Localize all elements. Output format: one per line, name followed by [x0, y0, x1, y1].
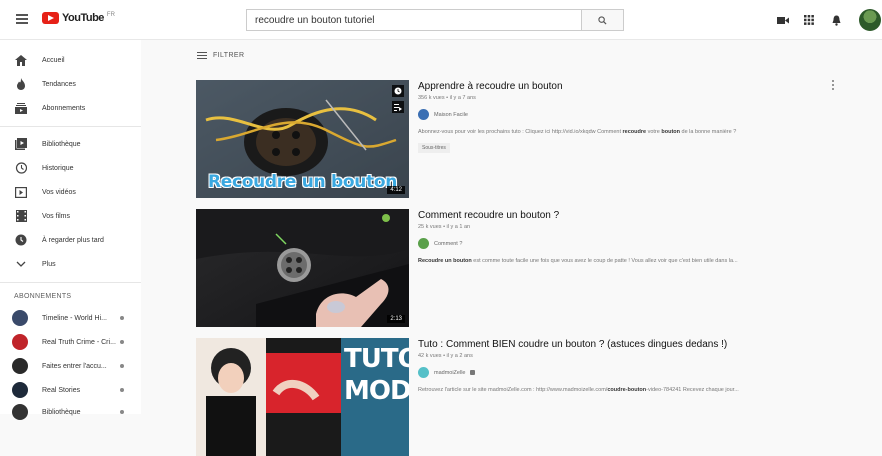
video-thumbnail[interactable]: Recoudre un bouton 4:12	[196, 80, 409, 198]
sidebar-item-history[interactable]: Historique	[0, 156, 141, 180]
sidebar-item-subscriptions[interactable]: Abonnements	[0, 96, 141, 120]
subscriptions-icon	[14, 101, 28, 115]
filter-icon	[197, 52, 207, 59]
masthead: YouTube FR	[0, 0, 882, 40]
video-title[interactable]: Comment recoudre un bouton ?	[418, 209, 838, 222]
video-thumbnail[interactable]: 2:13	[196, 209, 409, 327]
subtitles-badge: Sous-titres	[418, 143, 450, 153]
channel-avatar	[12, 382, 28, 398]
video-info: Apprendre à recoudre un bouton 356 k vue…	[418, 80, 838, 154]
new-content-dot-icon	[120, 340, 124, 344]
play-logo-icon	[42, 12, 59, 24]
library-icon	[14, 137, 28, 151]
video-meta: 25 k vues • il y a 1 an	[418, 224, 471, 230]
search-box[interactable]	[246, 9, 582, 31]
thumbnail-caption-line2: MODE	[344, 376, 409, 406]
video-info: Tuto : Comment BIEN coudre un bouton ? (…	[418, 338, 838, 394]
sidebar-item-library[interactable]: Bibliothèque	[0, 132, 141, 156]
sidebar-subscription[interactable]: Real Truth Crime - Cri...	[0, 330, 141, 354]
video-duration: 2:13	[387, 315, 405, 323]
new-content-dot-icon	[120, 410, 124, 414]
youtube-logo[interactable]: YouTube FR	[42, 12, 115, 24]
thumbnail-caption: Recoudre un bouton	[207, 172, 398, 192]
sidebar-subscription[interactable]: Bibliothèque	[0, 400, 141, 424]
channel-avatar	[12, 334, 28, 350]
more-actions-icon[interactable]	[831, 80, 835, 90]
channel-avatar	[12, 404, 28, 420]
video-result[interactable]: 2:13 Comment recoudre un bouton ? 25 k v…	[196, 209, 836, 327]
video-info: Comment recoudre un bouton ? 25 k vues •…	[418, 209, 838, 265]
channel-link[interactable]: Maison Facile	[418, 109, 838, 120]
create-video-icon[interactable]	[775, 12, 791, 28]
notifications-bell-icon[interactable]	[828, 12, 844, 28]
video-title[interactable]: Tuto : Comment BIEN coudre un bouton ? (…	[418, 338, 838, 351]
channel-avatar	[418, 367, 429, 378]
subscriptions-heading: ABONNEMENTS	[14, 293, 72, 300]
channel-avatar	[12, 310, 28, 326]
new-content-dot-icon	[120, 388, 124, 392]
video-thumbnail[interactable]: TUTO MODE	[196, 338, 409, 456]
watch-later-icon	[14, 233, 28, 247]
sidebar-subscription[interactable]: Faites entrer l'accu...	[0, 354, 141, 378]
home-icon	[14, 53, 28, 67]
sidebar-item-more[interactable]: Plus	[0, 252, 141, 276]
new-content-dot-icon	[120, 364, 124, 368]
thumbnail-caption-line1: TUTO	[344, 344, 409, 374]
sidebar-item-your-videos[interactable]: Vos vidéos	[0, 180, 141, 204]
video-title[interactable]: Apprendre à recoudre un bouton	[418, 80, 838, 93]
filter-button[interactable]: FILTRER	[197, 52, 244, 59]
add-to-queue-icon[interactable]	[392, 101, 404, 113]
channel-link[interactable]: Comment ?	[418, 238, 838, 249]
video-result[interactable]: Recoudre un bouton 4:12 Apprendre à reco…	[196, 80, 836, 198]
channel-name: madmoiZelle	[434, 369, 466, 376]
search-icon	[598, 15, 607, 25]
channel-link[interactable]: madmoiZelle	[418, 367, 838, 378]
sidebar-item-trending[interactable]: Tendances	[0, 72, 141, 96]
sidebar-subscription[interactable]: Timeline - World Hi...	[0, 306, 141, 330]
sidebar-divider	[0, 126, 141, 127]
new-content-dot-icon	[120, 316, 124, 320]
sidebar: Accueil Tendances Abonnements Bibliothèq…	[0, 40, 141, 420]
sidebar-item-movies[interactable]: Vos films	[0, 204, 141, 228]
your-videos-icon	[14, 185, 28, 199]
video-result[interactable]: TUTO MODE Tuto : Comment BIEN coudre un …	[196, 338, 836, 456]
flame-icon	[14, 77, 28, 91]
video-description: Abonnez-vous pour voir les prochains tut…	[418, 129, 737, 135]
sidebar-subscription[interactable]: Real Stories	[0, 378, 141, 402]
channel-avatar	[12, 358, 28, 374]
video-description: Recoudre un bouton est comme toute facil…	[418, 258, 738, 264]
chevron-down-icon	[14, 257, 28, 271]
video-meta: 42 k vues • il y a 2 ans	[418, 353, 473, 359]
search-input[interactable]	[247, 10, 581, 31]
apps-grid-icon[interactable]	[801, 12, 817, 28]
sidebar-item-watch-later[interactable]: À regarder plus tard	[0, 228, 141, 252]
video-duration: 4:12	[387, 186, 405, 194]
watch-later-overlay-icon[interactable]	[392, 85, 404, 97]
channel-name: Comment ?	[434, 240, 463, 247]
verified-badge-icon	[470, 370, 476, 375]
menu-icon[interactable]	[16, 14, 28, 24]
sidebar-item-home[interactable]: Accueil	[0, 48, 141, 72]
account-avatar[interactable]	[859, 9, 881, 31]
search-button[interactable]	[582, 9, 624, 31]
channel-avatar	[418, 238, 429, 249]
movies-icon	[14, 209, 28, 223]
video-meta: 356 k vues • il y a 7 ans	[418, 95, 476, 101]
sidebar-divider	[0, 282, 141, 283]
history-icon	[14, 161, 28, 175]
channel-name: Maison Facile	[434, 111, 468, 118]
channel-avatar	[418, 109, 429, 120]
video-description: Retrouvez l'article sur le site madmoiZe…	[418, 387, 739, 393]
